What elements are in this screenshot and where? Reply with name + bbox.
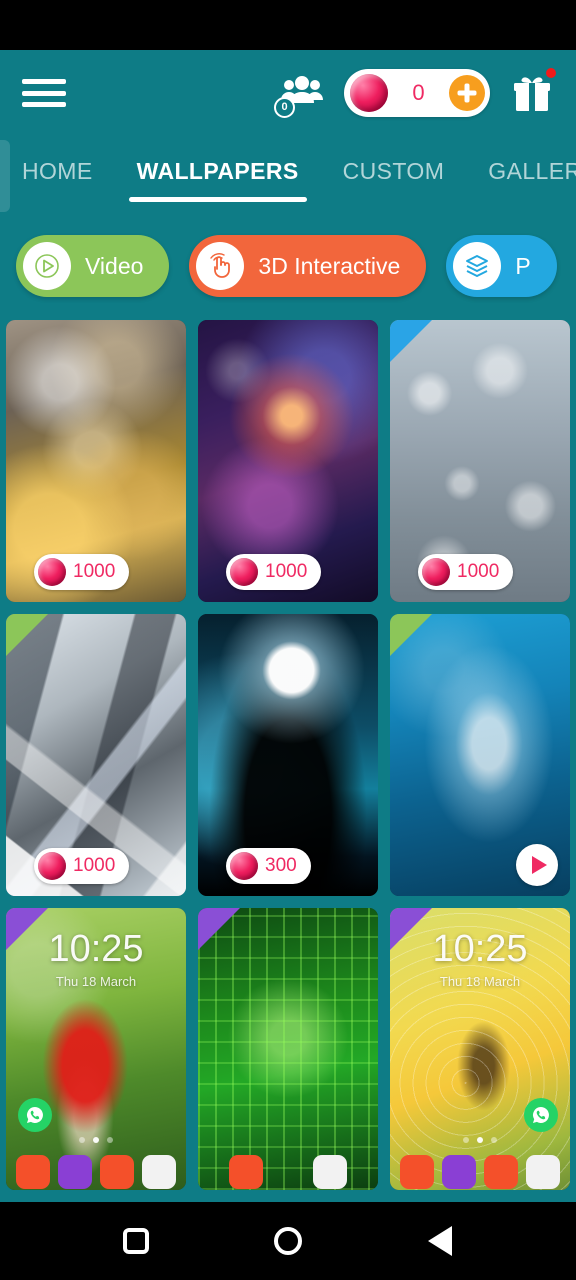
layers-icon (453, 242, 502, 290)
wallpaper-card-mushroom-theme[interactable]: 10:25 Thu 18 March (6, 908, 186, 1190)
wallpaper-card-shark-underwater[interactable] (390, 614, 570, 896)
corner-ribbon (6, 908, 48, 950)
friends-button[interactable]: 0 (274, 68, 330, 118)
wallpaper-card-circuit-theme[interactable] (198, 908, 378, 1190)
price-badge: 1000 (34, 848, 130, 884)
gem-icon (230, 558, 258, 586)
android-navigation-bar (0, 1202, 576, 1280)
lockscreen-preview: 10:25 Thu 18 March (390, 908, 570, 1190)
app-icon-messages (442, 1155, 476, 1189)
filter-pill-row[interactable]: Video 3D Interactive P (0, 212, 576, 320)
friends-count-badge: 0 (274, 97, 295, 118)
tab-wallpapers[interactable]: WALLPAPERS (115, 152, 321, 202)
gem-icon (38, 558, 66, 586)
wallpaper-card-moonlit-tree[interactable]: 300 (198, 614, 378, 896)
gift-notification-dot (546, 68, 556, 78)
page-indicator-dots (6, 1130, 186, 1148)
status-bar (0, 0, 576, 50)
gem-icon (350, 74, 388, 112)
wallpaper-card-rain-window[interactable]: 1000 (390, 320, 570, 602)
app-icon-camera (526, 1155, 560, 1189)
app-icon-camera (142, 1155, 176, 1189)
app-icon-phone (400, 1155, 434, 1189)
page-indicator-dots (390, 1130, 570, 1148)
app-icon-phone (16, 1155, 50, 1189)
wallpaper-grid: 1000 1000 1000 1000 300 10:25 Thu 18 Mar… (0, 320, 576, 1190)
lockscreen-preview (198, 908, 378, 1190)
dock-app-icons (6, 1150, 186, 1190)
lockscreen-date: Thu 18 March (55, 974, 137, 989)
wallpaper-card-galaxy-nebula[interactable]: 1000 (198, 320, 378, 602)
app-header: 0 0 (0, 50, 576, 136)
dock-app-icons (390, 1150, 570, 1190)
corner-ribbon (390, 908, 432, 950)
play-preview-button[interactable] (516, 844, 558, 886)
triangle-back-icon (428, 1226, 452, 1256)
filter-pill-parallax[interactable]: P (446, 235, 557, 297)
gem-balance-value: 0 (412, 80, 425, 105)
price-value: 1000 (73, 855, 116, 876)
lockscreen-date: Thu 18 March (439, 974, 521, 989)
gem-icon (422, 558, 450, 586)
tab-bar: HOME WALLPAPERS CUSTOM GALLERY (0, 136, 576, 212)
filter-pill-3d-interactive[interactable]: 3D Interactive (189, 235, 427, 297)
play-icon (23, 242, 71, 290)
wallpaper-card-clockwork-gears[interactable]: 1000 (6, 320, 186, 602)
app-container: 0 0 HOME WALLPAPERS CUSTOM GALLER Video … (0, 50, 576, 1202)
back-button[interactable] (410, 1211, 470, 1271)
recents-button[interactable] (106, 1211, 166, 1271)
price-badge: 1000 (226, 554, 322, 590)
whatsapp-icon (524, 1098, 558, 1132)
corner-ribbon (6, 614, 48, 656)
filter-pill-video[interactable]: Video (16, 235, 170, 297)
gem-icon (38, 852, 66, 880)
app-icon-contacts (484, 1155, 518, 1189)
lockscreen-preview: 10:25 Thu 18 March (6, 908, 186, 1190)
filter-label-video: Video (85, 252, 144, 279)
price-badge: 1000 (418, 554, 514, 590)
app-icon-phone (229, 1155, 263, 1189)
price-value: 300 (265, 855, 297, 876)
whatsapp-icon (18, 1098, 52, 1132)
square-icon (123, 1228, 149, 1254)
circle-icon (274, 1227, 302, 1255)
tab-gallery[interactable]: GALLERY (466, 152, 576, 185)
price-value: 1000 (457, 561, 500, 582)
filter-label-parallax: P (515, 252, 531, 279)
price-badge: 300 (226, 848, 311, 884)
hamburger-menu-icon[interactable] (22, 76, 66, 110)
dock-app-icons (198, 1150, 378, 1190)
add-gems-button[interactable] (449, 75, 485, 111)
corner-ribbon (198, 908, 240, 950)
wallpaper-card-spider-web-theme[interactable]: 10:25 Thu 18 March (390, 908, 570, 1190)
price-value: 1000 (73, 561, 116, 582)
corner-ribbon (390, 320, 432, 362)
app-icon-camera (313, 1155, 347, 1189)
tab-custom[interactable]: CUSTOM (321, 152, 467, 185)
app-icon-messages (58, 1155, 92, 1189)
price-value: 1000 (265, 561, 308, 582)
tab-home[interactable]: HOME (0, 152, 115, 185)
price-badge: 1000 (34, 554, 130, 590)
filter-label-3d-interactive: 3D Interactive (258, 252, 401, 279)
gift-button[interactable] (506, 67, 558, 119)
gem-balance-pill[interactable]: 0 (344, 69, 490, 117)
gem-icon (230, 852, 258, 880)
touch-hand-icon (196, 242, 245, 290)
corner-ribbon (390, 614, 432, 656)
phone-screen: 0 0 HOME WALLPAPERS CUSTOM GALLER Video … (0, 0, 576, 1280)
wallpaper-card-diamond-crystal[interactable]: 1000 (6, 614, 186, 896)
app-icon-contacts (100, 1155, 134, 1189)
home-button[interactable] (258, 1211, 318, 1271)
